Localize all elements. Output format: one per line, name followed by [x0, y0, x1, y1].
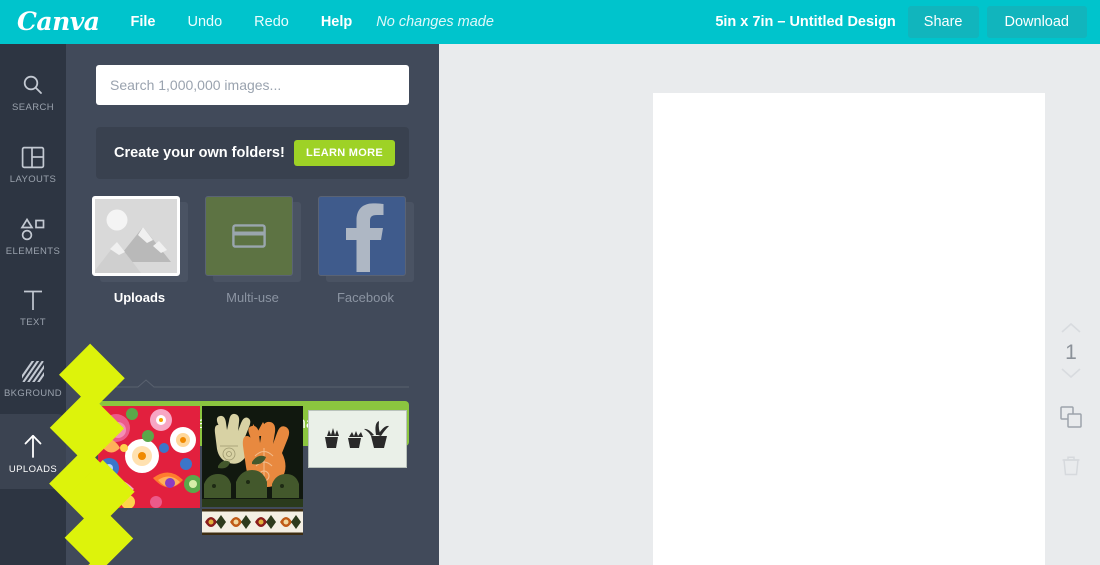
design-title[interactable]: 5in x 7in – Untitled Design [715, 14, 895, 30]
learn-more-button[interactable]: LEARN MORE [294, 140, 395, 166]
save-status-text: No changes made [376, 14, 494, 30]
menu-redo[interactable]: Redo [254, 14, 289, 30]
sidebar-item-search[interactable]: SEARCH [0, 54, 66, 125]
card-icon [205, 196, 293, 276]
trash-icon[interactable] [1062, 455, 1080, 481]
category-tile-label: Uploads [113, 290, 166, 305]
background-icon [21, 353, 45, 383]
download-button[interactable]: Download [986, 6, 1087, 38]
category-tile-label: Multi-use [226, 290, 279, 305]
duplicate-icon[interactable] [1060, 406, 1082, 433]
page-tools: 1 [1042, 321, 1100, 481]
search-field-wrapper [96, 65, 409, 105]
tile-stack [92, 196, 188, 282]
sidebar-item-elements[interactable]: ELEMENTS [0, 198, 66, 269]
sidebar-item-layouts[interactable]: LAYOUTS [0, 126, 66, 197]
canva-logo[interactable]: Canva [17, 9, 100, 34]
top-toolbar-right: 5in x 7in – Untitled Design Share Downlo… [715, 0, 1100, 44]
sidebar-item-label: SEARCH [12, 101, 54, 113]
panel-divider [96, 377, 409, 388]
elements-icon [20, 211, 46, 241]
potted-plants-icon [324, 421, 389, 448]
top-toolbar: Canva File Undo Redo Help No changes mad… [0, 0, 1100, 44]
sidebar-item-label: LAYOUTS [9, 173, 57, 185]
sidebar-item-label: UPLOADS [8, 463, 58, 475]
design-page-canvas[interactable] [653, 93, 1045, 565]
sidebar-item-uploads[interactable]: UPLOADS [0, 414, 66, 489]
sidebar-item-label: ELEMENTS [5, 245, 61, 257]
thumbnail-potted-plants[interactable] [308, 410, 407, 468]
tile-stack [318, 196, 414, 282]
category-tile-facebook[interactable]: Facebook [318, 196, 414, 305]
category-tile-multiuse[interactable]: Multi-use [205, 196, 301, 305]
thumbnail-floral-fabric[interactable] [98, 406, 200, 508]
thumbnail-ornate-border[interactable] [202, 509, 303, 535]
image-placeholder-icon [92, 196, 180, 276]
category-tile-label: Facebook [336, 290, 395, 305]
menu-help[interactable]: Help [321, 14, 352, 30]
category-tile-uploads[interactable]: Uploads [92, 196, 188, 305]
sidebar-item-label: TEXT [20, 316, 46, 328]
facebook-f-icon [318, 196, 406, 276]
upload-arrow-icon [21, 429, 45, 459]
sidebar-item-text[interactable]: TEXT [0, 269, 66, 340]
search-input[interactable] [96, 65, 409, 105]
page-number: 1 [1065, 341, 1077, 364]
canva-editor-window: Canva File Undo Redo Help No changes mad… [0, 0, 1100, 565]
main-menu: File Undo Redo Help No changes made [131, 14, 494, 30]
create-folders-banner: Create your own folders! LEARN MORE [96, 127, 409, 179]
thumbnail-hands-elephants[interactable] [202, 406, 303, 507]
create-folders-label: Create your own folders! [114, 145, 285, 161]
sidebar-item-label: BKGROUND [3, 387, 63, 399]
left-nav-rail: SEARCH LAYOUTS ELEMENTS TEXT BKGROUND UP… [0, 44, 66, 565]
canvas-workspace: 1 [439, 44, 1100, 565]
layouts-icon [21, 139, 45, 169]
menu-undo[interactable]: Undo [187, 14, 222, 30]
text-icon [21, 282, 45, 312]
tile-stack [205, 196, 301, 282]
page-down-chevron[interactable] [1060, 366, 1082, 384]
sidebar-item-bkground[interactable]: BKGROUND [0, 340, 66, 411]
share-button[interactable]: Share [907, 6, 979, 38]
page-up-chevron[interactable] [1060, 321, 1082, 339]
menu-file[interactable]: File [131, 14, 156, 30]
search-icon [21, 67, 45, 97]
